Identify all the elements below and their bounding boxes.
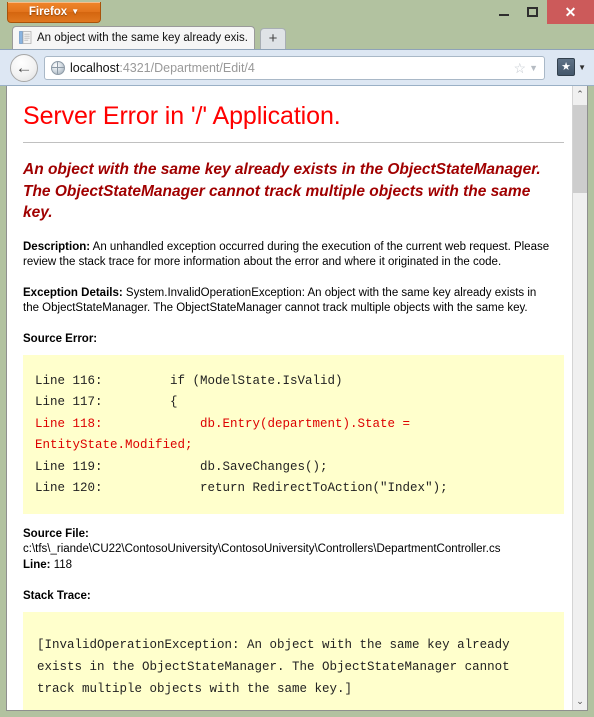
bookmarks-button[interactable]: ★ ▼: [557, 58, 586, 76]
browser-window: Firefox ▼ ✕ An object with the same key a…: [0, 0, 594, 717]
description-text: An unhandled exception occurred during t…: [23, 240, 550, 268]
page-viewport: Server Error in '/' Application. An obje…: [6, 86, 588, 711]
firefox-menu-button[interactable]: Firefox ▼: [7, 2, 101, 23]
source-file-value: c:\tfs\_riande\CU22\ContosoUniversity\Co…: [23, 543, 501, 555]
stack-trace-heading: Stack Trace:: [23, 590, 91, 602]
document-icon: [19, 31, 32, 45]
globe-icon: [51, 61, 65, 75]
source-code-before: Line 116: if (ModelState.IsValid) Line 1…: [35, 373, 343, 410]
bookmark-icon: ★: [557, 58, 576, 76]
vertical-scrollbar[interactable]: ⌃ ⌄: [572, 86, 587, 710]
stack-trace-code: [InvalidOperationException: An object wi…: [23, 612, 564, 710]
source-code-after: Line 119: db.SaveChanges(); Line 120: re…: [35, 459, 448, 496]
line-label: Line:: [23, 558, 51, 571]
line-value: 118: [53, 558, 73, 571]
chevron-down-icon: ▼: [578, 62, 586, 72]
error-page: Server Error in '/' Application. An obje…: [7, 86, 574, 710]
description-paragraph: Description: An unhandled exception occu…: [23, 240, 551, 270]
plus-icon: +: [268, 30, 278, 47]
tab-title: An object with the same key already exis…: [37, 32, 248, 44]
back-button[interactable]: ←: [10, 54, 38, 82]
maximize-button[interactable]: [518, 0, 547, 24]
title-bar: Firefox ▼ ✕: [0, 0, 594, 24]
maximize-icon: [527, 7, 538, 17]
exception-details-label: Exception Details:: [23, 286, 123, 299]
title-divider: [23, 142, 564, 143]
minimize-icon: [498, 14, 509, 16]
new-tab-button[interactable]: +: [260, 28, 286, 49]
bookmark-star-icon[interactable]: ☆: [514, 60, 527, 77]
close-button[interactable]: ✕: [547, 0, 594, 24]
source-error-heading: Source Error:: [23, 332, 98, 345]
scroll-down-button[interactable]: ⌄: [573, 693, 587, 710]
address-bar[interactable]: localhost:4321/Department/Edit/4 ☆ ▼: [44, 56, 545, 80]
window-controls: ✕: [489, 0, 594, 24]
scrollbar-thumb[interactable]: [573, 105, 587, 193]
scroll-up-button[interactable]: ⌃: [573, 86, 587, 103]
navigation-toolbar: ← localhost:4321/Department/Edit/4 ☆ ▼ ★…: [0, 49, 594, 86]
description-label: Description:: [23, 240, 91, 253]
source-error-code: Line 116: if (ModelState.IsValid) Line 1…: [23, 354, 564, 514]
firefox-menu-label: Firefox: [28, 6, 68, 18]
url-host: localhost: [70, 61, 120, 75]
exception-paragraph: Exception Details: System.InvalidOperati…: [23, 286, 551, 316]
url-path: :4321/Department/Edit/4: [119, 61, 255, 75]
chevron-down-icon: ▼: [71, 7, 80, 16]
tab-active[interactable]: An object with the same key already exis…: [12, 26, 255, 49]
source-file-label: Source File:: [23, 527, 89, 540]
source-code-highlight: Line 118: db.Entry(department).State = E…: [35, 416, 418, 453]
page-title: Server Error in '/' Application.: [23, 102, 341, 130]
chevron-down-icon[interactable]: ▼: [529, 63, 538, 73]
tab-strip: An object with the same key already exis…: [0, 24, 594, 49]
minimize-button[interactable]: [489, 0, 518, 24]
url-text: localhost:4321/Department/Edit/4: [70, 61, 514, 75]
source-file-info: Source File: c:\tfs\_riande\CU22\Contoso…: [23, 527, 564, 574]
close-icon: ✕: [564, 3, 577, 20]
arrow-left-icon: ←: [15, 58, 33, 77]
error-summary: An object with the same key already exis…: [23, 161, 541, 221]
